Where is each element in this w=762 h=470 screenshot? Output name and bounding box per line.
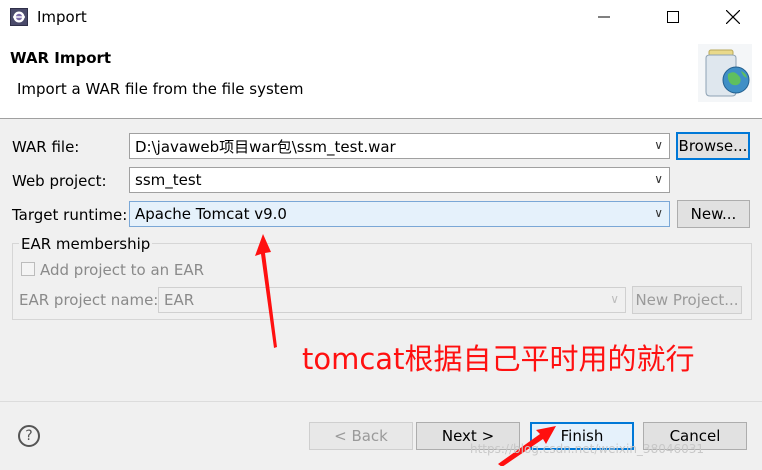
annotation-text: tomcat根据自己平时用的就行 (302, 342, 695, 376)
ear-membership-label: EAR membership (19, 235, 153, 253)
help-icon[interactable]: ? (18, 425, 40, 447)
war-file-label: WAR file: (12, 138, 80, 156)
chevron-down-icon[interactable]: ∨ (654, 172, 663, 186)
wizard-header (0, 34, 762, 117)
ear-project-name-value: EAR (164, 291, 195, 309)
back-button-label: < Back (334, 427, 388, 445)
war-file-value: D:\javaweb项目war包\ssm_test.war (135, 137, 396, 156)
chevron-down-icon[interactable]: ∨ (654, 138, 663, 152)
close-icon (726, 10, 740, 24)
close-button[interactable] (710, 0, 756, 34)
new-project-button-label: New Project... (635, 291, 739, 309)
back-button[interactable]: < Back (309, 422, 413, 450)
jar-globe-icon (698, 44, 752, 102)
target-runtime-select[interactable]: Apache Tomcat v9.0 ∨ (129, 201, 670, 227)
web-project-combo[interactable]: ssm_test ∨ (129, 167, 670, 193)
window-title: Import (37, 8, 87, 26)
web-project-value: ssm_test (135, 171, 202, 189)
chevron-down-icon[interactable]: ∨ (654, 206, 663, 220)
annotation-arrow-up (255, 234, 277, 348)
ear-project-name-label: EAR project name: (19, 291, 159, 309)
maximize-button[interactable] (650, 0, 696, 34)
ear-project-name-combo[interactable]: EAR ∨ (158, 287, 626, 313)
add-to-ear-checkbox[interactable] (21, 262, 35, 276)
target-runtime-value: Apache Tomcat v9.0 (135, 205, 287, 223)
title-bar (0, 0, 762, 34)
chevron-down-icon[interactable]: ∨ (610, 292, 619, 306)
maximize-icon (667, 11, 679, 23)
minimize-icon (598, 16, 610, 18)
target-runtime-label: Target runtime: (12, 206, 128, 224)
watermark: https://blog.csdn.net/weixin_38046031 (470, 442, 705, 456)
war-file-combo[interactable]: D:\javaweb项目war包\ssm_test.war ∨ (129, 133, 670, 159)
eclipse-app-icon (10, 8, 28, 26)
wizard-description: Import a WAR file from the file system (17, 80, 304, 98)
new-project-button[interactable]: New Project... (632, 286, 742, 314)
new-runtime-button-label: New... (690, 205, 737, 223)
web-project-label: Web project: (12, 172, 107, 190)
browse-button[interactable]: Browse... (676, 132, 750, 160)
new-runtime-button[interactable]: New... (677, 200, 750, 228)
wizard-title: WAR Import (10, 49, 112, 67)
minimize-button[interactable] (581, 0, 627, 34)
browse-button-label: Browse... (678, 137, 748, 155)
add-to-ear-label: Add project to an EAR (40, 261, 205, 279)
